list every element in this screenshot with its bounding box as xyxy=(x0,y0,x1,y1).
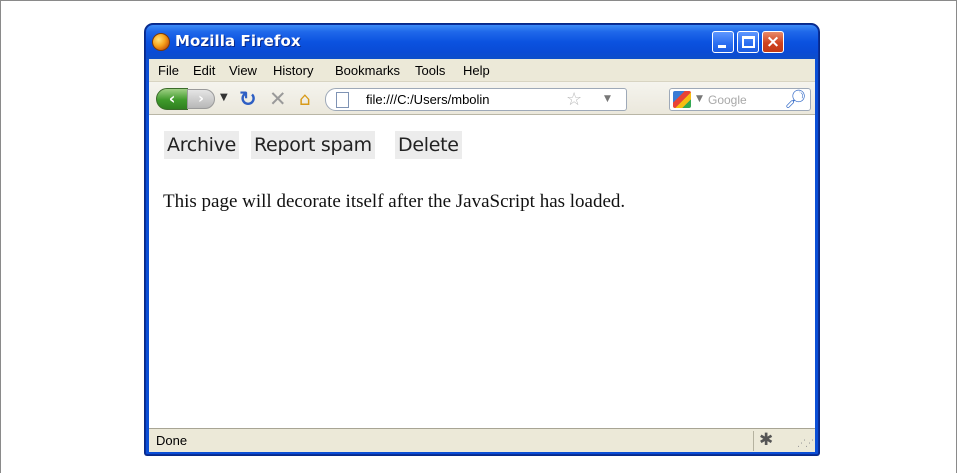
status-text: Done xyxy=(156,433,188,448)
status-divider xyxy=(753,431,754,451)
maximize-button[interactable] xyxy=(737,31,759,53)
page-message: This page will decorate itself after the… xyxy=(163,191,626,212)
menu-view[interactable]: View xyxy=(229,63,257,78)
close-button[interactable]: × xyxy=(762,31,784,53)
history-dropdown-icon[interactable]: ▼ xyxy=(220,92,228,103)
menu-bookmarks[interactable]: Bookmarks xyxy=(335,63,400,78)
back-button[interactable]: ‹ xyxy=(156,88,188,110)
resize-grip-icon[interactable]: ⋰⋰ xyxy=(797,439,814,449)
delete-button[interactable]: Delete xyxy=(395,131,462,159)
menu-bar: File Edit View History Bookmarks Tools H… xyxy=(149,59,815,82)
address-dropdown-icon[interactable]: ▼ xyxy=(604,94,611,104)
bug-icon[interactable]: ✱ xyxy=(759,430,773,450)
firefox-logo-icon xyxy=(152,33,170,51)
menu-history[interactable]: History xyxy=(273,63,313,78)
home-icon[interactable]: ⌂ xyxy=(299,89,310,110)
menu-help[interactable]: Help xyxy=(463,63,490,78)
archive-button[interactable]: Archive xyxy=(164,131,239,159)
page-icon xyxy=(336,92,349,108)
menu-tools[interactable]: Tools xyxy=(415,63,445,78)
address-bar[interactable]: file:///C:/Users/mbolin ☆ ▼ xyxy=(325,88,627,111)
navigation-toolbar: ‹ › ▼ ↻ ✕ ⌂ file:///C:/Users/mbolin ☆ ▼ … xyxy=(149,82,815,115)
search-input[interactable]: Google xyxy=(708,93,747,107)
bookmark-star-icon[interactable]: ☆ xyxy=(566,89,582,110)
address-text[interactable]: file:///C:/Users/mbolin xyxy=(366,92,490,107)
browser-window: Mozilla Firefox × File Edit View History… xyxy=(145,24,819,455)
menu-edit[interactable]: Edit xyxy=(193,63,215,78)
stop-icon[interactable]: ✕ xyxy=(269,87,287,111)
browser-chrome: File Edit View History Bookmarks Tools H… xyxy=(149,59,815,452)
search-engine-icon[interactable] xyxy=(673,91,691,108)
close-icon: × xyxy=(765,32,781,52)
minimize-button[interactable] xyxy=(712,31,734,53)
menu-file[interactable]: File xyxy=(158,63,179,78)
reload-icon[interactable]: ↻ xyxy=(239,87,257,111)
report-spam-button[interactable]: Report spam xyxy=(251,131,375,159)
minimize-icon xyxy=(718,45,726,48)
search-bar[interactable]: ▼ Google 🔎︎ xyxy=(669,88,811,111)
forward-button[interactable]: › xyxy=(187,89,215,109)
search-icon[interactable]: 🔎︎ xyxy=(784,89,807,110)
window-title: Mozilla Firefox xyxy=(175,32,301,50)
search-engine-dropdown-icon[interactable]: ▼ xyxy=(696,94,703,104)
page-content: Archive Report spam Delete This page wil… xyxy=(149,115,815,428)
title-bar[interactable]: Mozilla Firefox × xyxy=(146,25,818,59)
forward-arrow-icon: › xyxy=(198,91,204,107)
back-arrow-icon: ‹ xyxy=(168,89,176,108)
maximize-icon xyxy=(742,36,755,48)
status-bar: Done ✱ ⋰⋰ xyxy=(149,428,815,452)
